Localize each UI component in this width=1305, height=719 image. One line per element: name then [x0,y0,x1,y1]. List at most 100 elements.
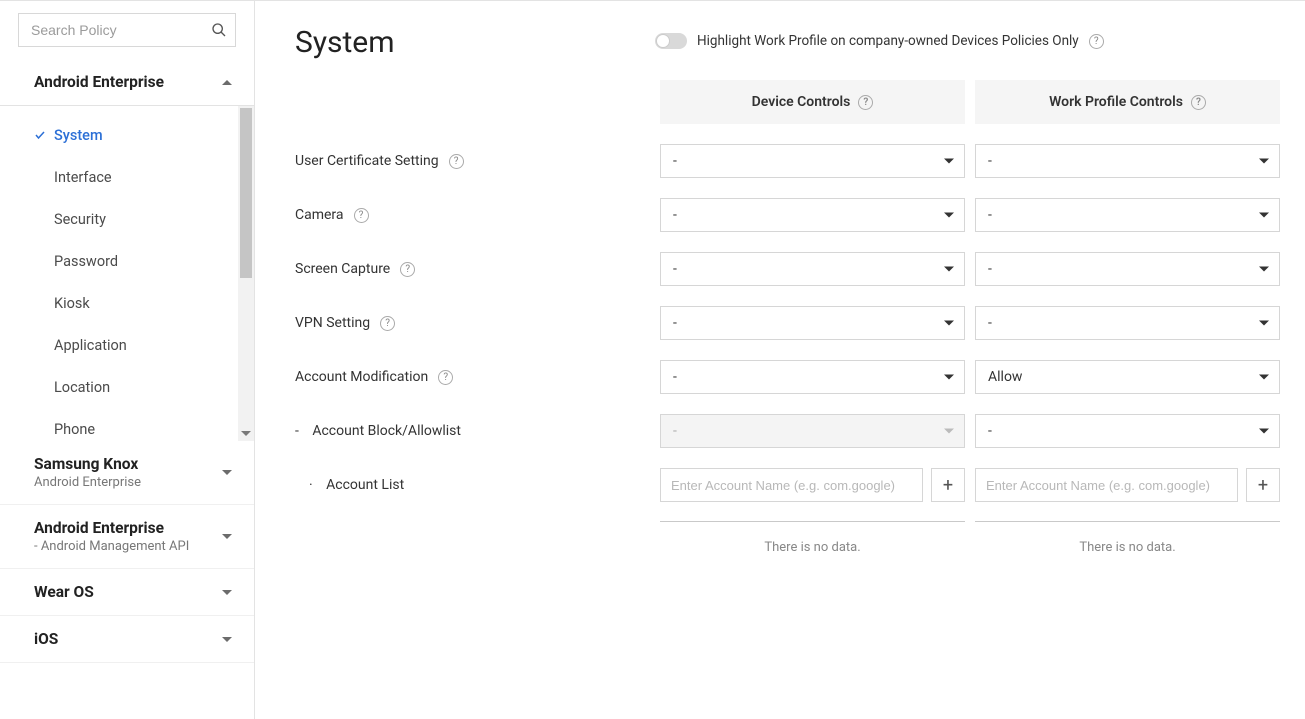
add-account-work-button[interactable]: + [1246,468,1280,502]
caret-down-icon [1259,159,1269,164]
sidebar-group-label: iOS [34,630,58,648]
column-header-work: Work Profile Controls ? [975,80,1280,124]
user-cert-work-select[interactable]: - [975,144,1280,178]
caret-down-icon [944,321,954,326]
toggle-knob [656,34,670,48]
main-content: System Highlight Work Profile on company… [255,1,1305,719]
help-icon[interactable]: ? [380,316,395,331]
check-icon [34,129,46,141]
sidebar-item-security[interactable]: Security [0,198,254,240]
select-value: - [673,261,677,277]
policy-label-text: Camera [295,207,344,223]
highlight-label: Highlight Work Profile on company-owned … [697,33,1079,49]
sidebar-group-sublabel: - Android Management API [34,539,189,554]
select-value: - [988,261,992,277]
vpn-work-select[interactable]: - [975,306,1280,340]
sidebar-item-label: Kiosk [54,295,90,312]
sidebar-group-android-enterprise[interactable]: Android Enterprise [0,59,254,106]
policy-label-text: Account Block/Allowlist [312,423,461,439]
chevron-down-icon [222,590,232,595]
sidebar-group-wearos[interactable]: Wear OS [0,569,254,616]
add-account-device-button[interactable]: + [931,468,965,502]
no-data-work: There is no data. [975,534,1280,555]
select-value: - [988,207,992,223]
help-icon[interactable]: ? [1089,34,1104,49]
chevron-up-icon [222,80,232,85]
account-name-device-input[interactable] [660,468,923,502]
sidebar-group-samsung-knox[interactable]: Samsung Knox Android Enterprise [0,441,254,505]
account-name-work-input[interactable] [975,468,1238,502]
blocklist-work-select[interactable]: - [975,414,1280,448]
help-icon[interactable]: ? [1191,95,1206,110]
acctmod-device-select[interactable]: - [660,360,965,394]
vpn-device-select[interactable]: - [660,306,965,340]
select-value: - [988,153,992,169]
camera-device-select[interactable]: - [660,198,965,232]
sidebar-subnav-scroll: System Interface Security Password Kiosk… [0,106,254,441]
sidebar-group-label: Android Enterprise [34,519,189,537]
sidebar-group-ios[interactable]: iOS [0,616,254,663]
chevron-down-icon [222,470,232,475]
acctmod-work-select[interactable]: Allow [975,360,1280,394]
sidebar-group-label: Samsung Knox [34,455,141,473]
screencap-device-select[interactable]: - [660,252,965,286]
caret-down-icon [1259,321,1269,326]
search-input[interactable] [29,21,203,39]
select-value: - [673,369,677,385]
screencap-work-select[interactable]: - [975,252,1280,286]
policy-row-label: User Certificate Setting ? [295,135,650,187]
policy-label-text: VPN Setting [295,315,370,331]
help-icon[interactable]: ? [354,208,369,223]
select-value: - [673,315,677,331]
caret-down-icon [944,213,954,218]
sidebar-item-interface[interactable]: Interface [0,156,254,198]
chevron-down-icon [222,637,232,642]
policy-grid: Device Controls ? Work Profile Controls … [295,80,1265,555]
sidebar-item-location[interactable]: Location [0,366,254,408]
search-box[interactable] [18,13,236,47]
user-cert-device-select[interactable]: - [660,144,965,178]
sidebar-item-phone[interactable]: Phone [0,408,254,441]
column-header-label: Work Profile Controls [1049,94,1183,110]
scrollbar-thumb[interactable] [240,108,252,278]
chevron-down-icon [222,534,232,539]
help-icon[interactable]: ? [438,370,453,385]
help-icon[interactable]: ? [449,154,464,169]
sidebar-item-label: System [54,127,103,144]
highlight-toggle[interactable] [655,33,687,49]
plus-icon: + [1258,475,1268,496]
sidebar-item-label: Password [54,253,118,270]
no-data-device: There is no data. [660,534,965,555]
policy-row-label: VPN Setting ? [295,297,650,349]
scrollbar-down-button[interactable] [238,425,254,441]
triangle-down-icon [241,431,251,436]
camera-work-select[interactable]: - [975,198,1280,232]
policy-row-label: Screen Capture ? [295,243,650,295]
help-icon[interactable]: ? [400,262,415,277]
help-icon[interactable]: ? [858,95,873,110]
caret-down-icon [1259,213,1269,218]
policy-subrow-label: Account List [295,459,650,511]
page-title: System [295,25,615,60]
search-icon [211,22,227,38]
sidebar-item-system[interactable]: System [0,114,254,156]
sidebar-group-android-mgmt-api[interactable]: Android Enterprise - Android Management … [0,505,254,569]
sidebar-item-kiosk[interactable]: Kiosk [0,282,254,324]
sidebar-group-label: Wear OS [34,583,94,601]
divider [975,512,1280,522]
sidebar-item-label: Interface [54,169,112,186]
caret-down-icon [1259,267,1269,272]
caret-down-icon [944,267,954,272]
sidebar-item-password[interactable]: Password [0,240,254,282]
scrollbar[interactable] [238,106,254,441]
sidebar-subnav: System Interface Security Password Kiosk… [0,106,254,441]
sidebar-item-application[interactable]: Application [0,324,254,366]
plus-icon: + [943,475,953,496]
select-value: - [673,207,677,223]
select-value: Allow [988,369,1022,385]
caret-down-icon [944,429,954,434]
policy-label-text: User Certificate Setting [295,153,439,169]
policy-row-label: Account Modification ? [295,351,650,403]
select-value: - [673,153,677,169]
select-value: - [988,315,992,331]
